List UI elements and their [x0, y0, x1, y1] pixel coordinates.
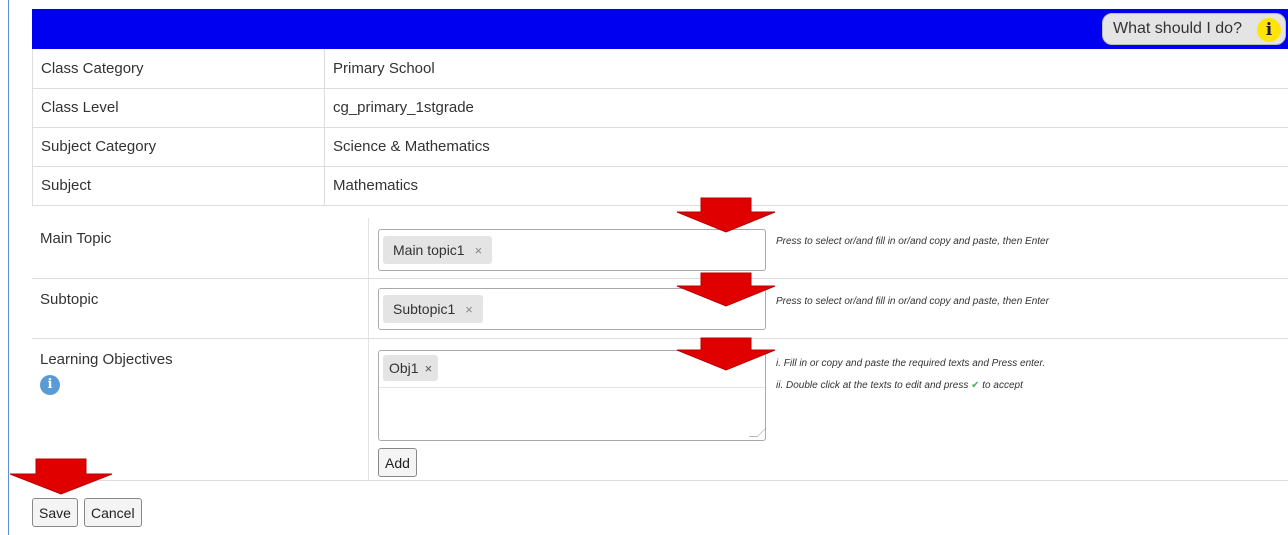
subtopic-hint: Press to select or/and fill in or/and co… — [776, 296, 1049, 307]
info-icon[interactable]: i — [40, 375, 60, 395]
row-label: Class Level — [32, 88, 325, 128]
row-value: Primary School — [324, 49, 1288, 89]
check-icon: ✔ — [971, 380, 980, 391]
objectives-hint-2: ii. Double click at the texts to edit an… — [776, 380, 1023, 391]
row-label: Subject — [32, 166, 325, 206]
table-row: Subject Mathematics — [32, 166, 1288, 206]
table-row: Subject Category Science & Mathematics — [32, 127, 1288, 167]
subtopic-tag: Subtopic1 × — [383, 295, 483, 323]
tag-text: Obj1 — [389, 360, 419, 376]
objectives-hint-1: i. Fill in or copy and paste the require… — [776, 358, 1046, 369]
class-info-table: Class Category Primary School Class Leve… — [32, 49, 1288, 206]
remove-tag-icon[interactable]: × — [475, 243, 483, 258]
subtopic-select[interactable]: Subtopic1 × — [378, 288, 766, 330]
main-topic-select[interactable]: Main topic1 × — [378, 229, 766, 271]
main-topic-row: Main Topic Main topic1 × Press to select… — [32, 218, 1288, 279]
cancel-button[interactable]: Cancel — [84, 498, 142, 527]
row-label: Subject Category — [32, 127, 325, 167]
table-row: Class Level cg_primary_1stgrade — [32, 88, 1288, 128]
main-topic-tag: Main topic1 × — [383, 236, 493, 264]
row-value: Science & Mathematics — [324, 127, 1288, 167]
help-button-label: What should I do? — [1113, 20, 1242, 37]
what-should-i-do-button[interactable]: What should I do? i — [1102, 13, 1286, 45]
objectives-textarea[interactable]: Obj1 × — [378, 350, 767, 441]
resize-handle[interactable] — [748, 428, 767, 437]
hint-text-end: to accept — [982, 380, 1023, 391]
save-button[interactable]: Save — [32, 498, 78, 527]
subtopic-row: Subtopic Subtopic1 × Press to select or/… — [32, 279, 1288, 339]
main-topic-hint: Press to select or/and fill in or/and co… — [776, 236, 1049, 247]
info-icon: i — [1257, 18, 1281, 42]
table-row: Class Category Primary School — [32, 49, 1288, 89]
column-divider — [368, 218, 369, 278]
tag-text: Main topic1 — [393, 242, 465, 258]
top-bar: What should I do? i — [32, 9, 1288, 49]
row-label: Class Category — [32, 49, 325, 89]
hint-text: ii. Double click at the texts to edit an… — [776, 380, 969, 391]
objective-tag: Obj1 × — [383, 355, 439, 381]
subtopic-label: Subtopic — [40, 291, 99, 308]
column-divider — [368, 279, 369, 338]
topic-form: Main Topic Main topic1 × Press to select… — [32, 218, 1288, 481]
learning-objectives-label: Learning Objectives — [40, 351, 173, 368]
separator — [379, 387, 765, 388]
row-value: Mathematics — [324, 166, 1288, 206]
page-left-border — [8, 0, 9, 535]
tag-text: Subtopic1 — [393, 301, 456, 317]
remove-tag-icon[interactable]: × — [465, 302, 473, 317]
main-topic-label: Main Topic — [40, 230, 112, 247]
remove-tag-icon[interactable]: × — [425, 361, 433, 376]
column-divider — [368, 339, 369, 480]
row-value: cg_primary_1stgrade — [324, 88, 1288, 128]
add-button[interactable]: Add — [378, 448, 417, 477]
learning-objectives-row: Learning Objectives i Obj1 × Add i. Fill… — [32, 339, 1288, 481]
